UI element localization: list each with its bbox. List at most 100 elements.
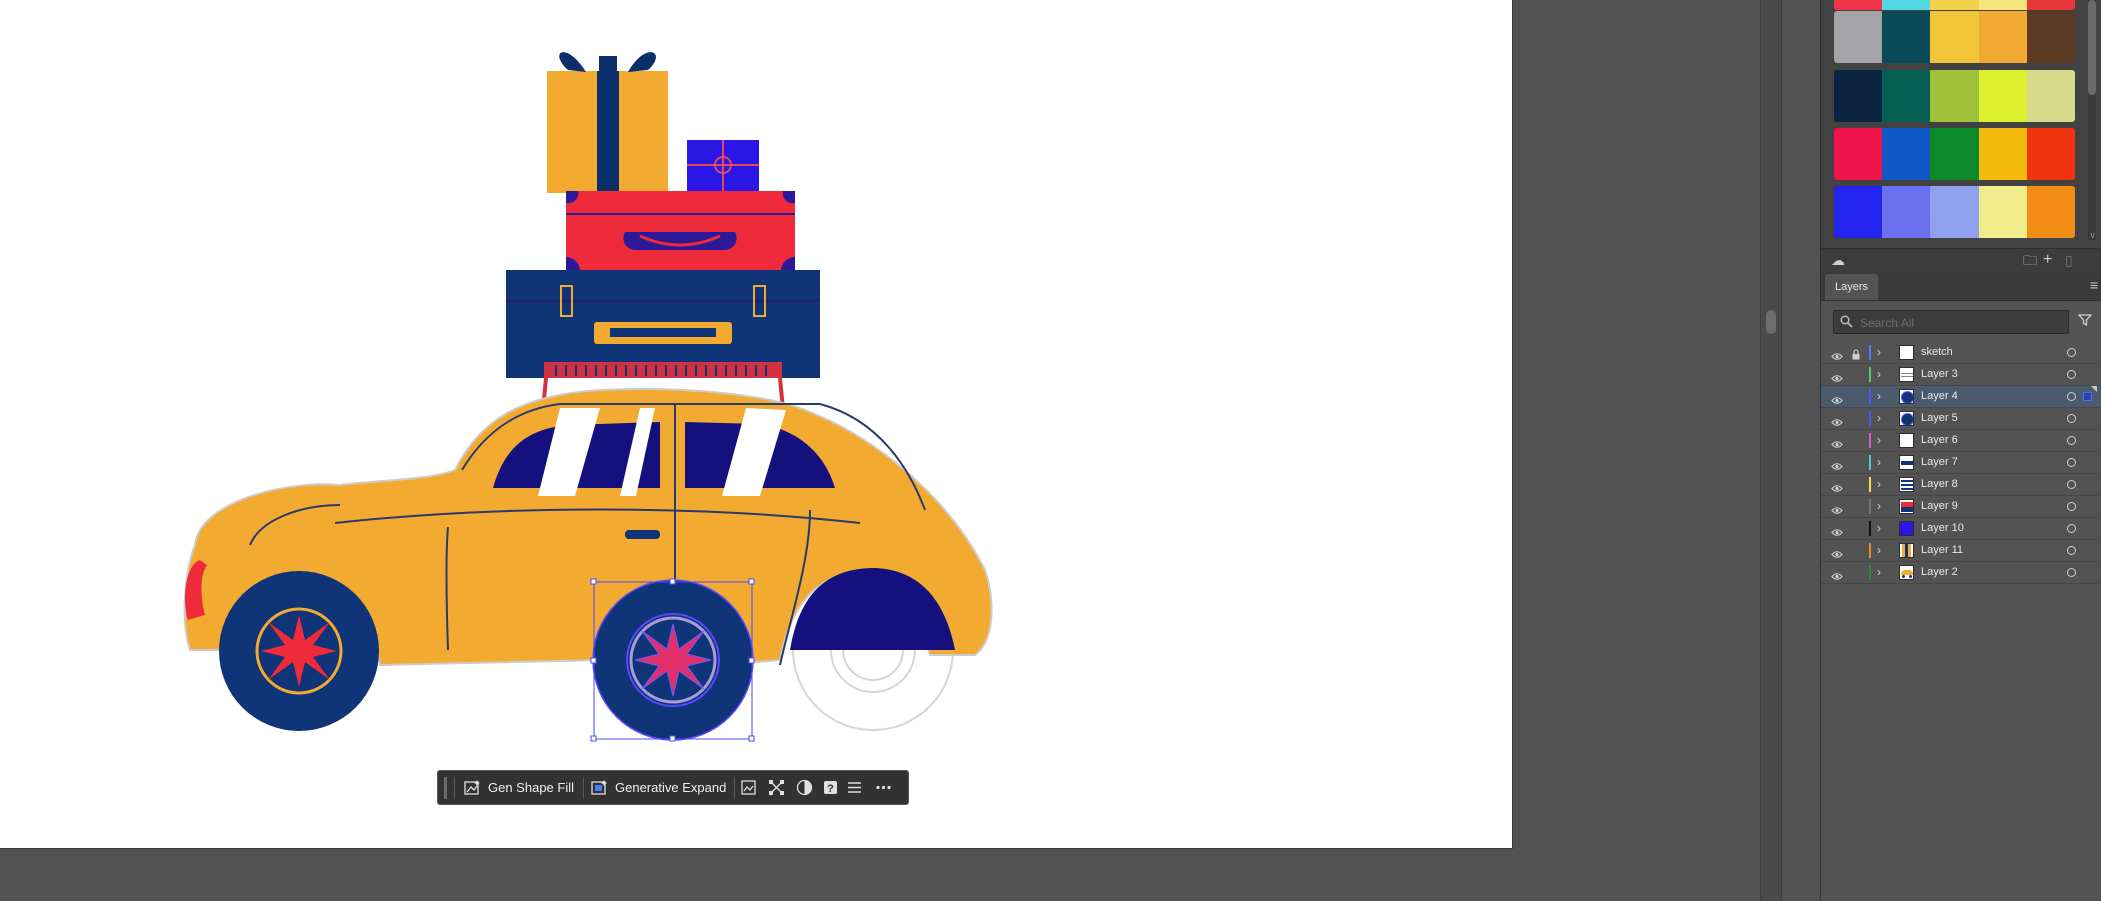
color-swatch[interactable] [1834,70,1883,122]
layer-name[interactable]: Layer 9 [1921,500,1958,512]
layer-name[interactable]: Layer 10 [1921,522,1964,534]
target-circle-icon[interactable] [2067,480,2076,489]
layer-row-layer-8[interactable]: › Layer 8 [1821,474,2101,496]
chevron-right-icon[interactable]: › [1877,478,1881,491]
color-swatch[interactable] [2026,70,2075,122]
target-circle-icon[interactable] [2067,568,2076,577]
layer-row-layer-6[interactable]: › Layer 6 [1821,430,2101,452]
eye-icon[interactable] [1831,502,1843,514]
chevron-right-icon[interactable]: › [1877,412,1881,425]
color-swatch[interactable] [2026,0,2075,10]
tab-layers[interactable]: Layers [1825,274,1879,300]
layer-row-layer-5[interactable]: › Layer 5 [1821,408,2101,430]
chevron-down-icon[interactable]: ∨ [2089,230,2096,241]
chevron-right-icon[interactable]: › [1877,500,1881,513]
eye-icon[interactable] [1831,546,1843,558]
artwork-car-with-luggage[interactable] [0,0,1512,848]
layer-name[interactable]: Layer 4 [1921,390,1958,402]
layer-row-layer-2[interactable]: › Layer 2 [1821,562,2101,584]
color-swatch[interactable] [1978,70,2027,122]
color-swatch[interactable] [1834,186,1883,238]
color-swatch[interactable] [2026,128,2075,180]
color-swatch[interactable] [1882,70,1931,122]
chevron-right-icon[interactable]: › [1877,522,1881,535]
eye-icon[interactable] [1831,370,1843,382]
eye-icon[interactable] [1831,480,1843,492]
transform-icon[interactable] [768,779,785,796]
layer-row-layer-9[interactable]: › Layer 9 [1821,496,2101,518]
collapse-handle[interactable] [1766,310,1776,334]
color-swatch[interactable] [1882,186,1931,238]
color-swatch[interactable] [2026,11,2075,63]
layer-name[interactable]: Layer 8 [1921,478,1958,490]
layer-row-sketch[interactable]: › sketch [1821,342,2101,364]
recolor-icon[interactable] [796,779,813,796]
target-circle-icon[interactable] [2067,458,2076,467]
search-input[interactable] [1858,313,2062,332]
color-swatch[interactable] [1834,11,1883,63]
target-circle-icon[interactable] [2067,414,2076,423]
folder-icon[interactable]: 🗀 [2023,252,2037,268]
eye-icon[interactable] [1831,568,1843,580]
color-swatch[interactable] [1882,128,1931,180]
layer-row-layer-7[interactable]: › Layer 7 [1821,452,2101,474]
color-swatch[interactable] [1978,0,2027,10]
layer-name[interactable]: Layer 5 [1921,412,1958,424]
color-swatch[interactable] [1930,186,1979,238]
add-swatch-icon[interactable]: + [2043,252,2052,268]
color-swatch[interactable] [1930,11,1979,63]
target-circle-icon[interactable] [2067,524,2076,533]
color-swatch[interactable] [1978,11,2027,63]
target-circle-icon[interactable] [2067,546,2076,555]
eye-icon[interactable] [1831,436,1843,448]
target-circle-icon[interactable] [2067,502,2076,511]
chevron-right-icon[interactable]: › [1877,456,1881,469]
artboard[interactable]: Gen Shape Fill Generative Expand ? [0,0,1513,849]
drag-handle[interactable] [444,777,447,799]
chevron-right-icon[interactable]: › [1877,544,1881,557]
layer-name[interactable]: sketch [1921,346,1953,358]
color-swatch[interactable] [1834,128,1883,180]
eye-icon[interactable] [1831,458,1843,470]
target-circle-icon[interactable] [2067,348,2076,357]
trash-icon[interactable]: ▯ [2065,252,2073,268]
eye-icon[interactable] [1831,348,1843,360]
target-circle-icon[interactable] [2067,370,2076,379]
chevron-right-icon[interactable]: › [1877,566,1881,579]
layer-name[interactable]: Layer 3 [1921,368,1958,380]
layer-row-layer-11[interactable]: › Layer 11 [1821,540,2101,562]
color-swatch[interactable] [1930,128,1979,180]
chevron-right-icon[interactable]: › [1877,368,1881,381]
layer-name[interactable]: Layer 2 [1921,566,1958,578]
chevron-right-icon[interactable]: › [1877,346,1881,359]
color-swatch[interactable] [1930,0,1979,10]
hamburger-menu-icon[interactable] [846,779,863,796]
color-swatch[interactable] [1834,0,1883,10]
target-circle-icon[interactable] [2067,392,2076,401]
swatches-scroll-thumb[interactable] [2088,0,2096,95]
layer-row-layer-3[interactable]: › Layer 3 [1821,364,2101,386]
color-swatch[interactable] [1930,70,1979,122]
generative-expand-button[interactable]: Generative Expand [615,776,726,799]
target-circle-icon[interactable] [2067,436,2076,445]
color-swatch[interactable] [1882,0,1931,10]
canvas-workspace[interactable]: Gen Shape Fill Generative Expand ? [0,0,1820,901]
cloud-icon[interactable]: ☁ [1831,252,1845,268]
eye-icon[interactable] [1831,414,1843,426]
layer-name[interactable]: Layer 11 [1921,544,1963,556]
color-swatch[interactable] [1882,11,1931,63]
layer-name[interactable]: Layer 7 [1921,456,1958,468]
gen-shape-fill-button[interactable]: Gen Shape Fill [488,776,574,799]
eye-icon[interactable] [1831,392,1843,404]
color-swatch[interactable] [1978,128,2027,180]
layer-row-layer-4[interactable]: › Layer 4 [1821,386,2101,408]
layer-row-layer-10[interactable]: › Layer 10 [1821,518,2101,540]
eye-icon[interactable] [1831,524,1843,536]
lock-icon[interactable] [1852,347,1860,360]
help-icon[interactable]: ? [822,779,839,796]
layer-name[interactable]: Layer 6 [1921,434,1958,446]
selection-indicator-icon[interactable] [2083,392,2092,401]
color-swatch[interactable] [1978,186,2027,238]
color-swatch[interactable] [2026,186,2075,238]
image-trace-icon[interactable] [740,779,757,796]
